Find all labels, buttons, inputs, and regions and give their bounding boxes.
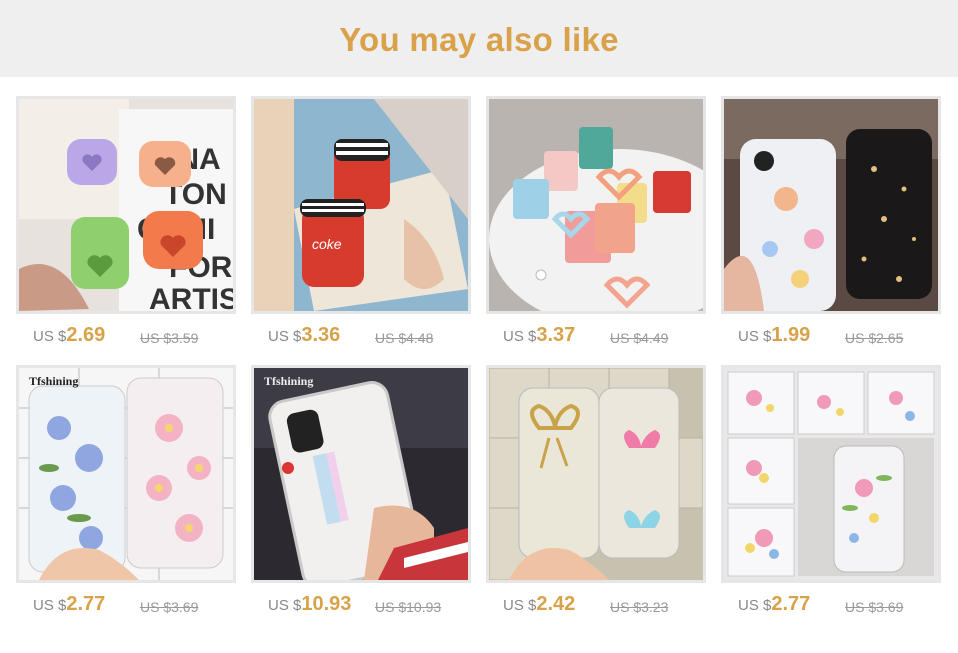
product-card-8[interactable]: US $2.77 US $3.69 (721, 365, 941, 623)
current-price: US $2.42 (503, 593, 576, 615)
original-price: US $3.69 (845, 599, 904, 615)
holographic-white-phone-case-photo (254, 368, 468, 580)
bow-clear-phone-case-photo (489, 368, 703, 580)
current-price: US $2.77 (738, 593, 811, 615)
current-price: US $1.99 (738, 324, 811, 346)
original-price: US $3.69 (140, 599, 199, 615)
section-title: You may also like (339, 20, 619, 58)
original-price: US $4.49 (610, 330, 669, 346)
product-image[interactable] (486, 365, 706, 583)
original-price: US $10.93 (375, 599, 442, 615)
current-price: US $3.36 (268, 324, 341, 346)
product-card-7[interactable]: US $2.42 US $3.23 (486, 365, 706, 623)
current-price: US $10.93 (268, 593, 352, 615)
current-price: US $2.69 (33, 324, 106, 346)
product-card-1[interactable]: INA TON COMI FOR ARTIST US $2.69 US $3.5… (16, 96, 236, 354)
product-card-6[interactable]: Tfshining US $10.93 US $10.93 (251, 365, 471, 623)
current-price: US $2.77 (33, 593, 106, 615)
product-image[interactable]: Tfshining (251, 365, 471, 583)
product-card-2[interactable]: coke US $3.36 US $4.48 (251, 96, 471, 354)
original-price: US $3.59 (140, 330, 199, 346)
product-card-4[interactable]: US $1.99 US $2.65 (721, 96, 941, 354)
glitter-planet-phone-case-photo (724, 99, 938, 311)
original-price: US $4.48 (375, 330, 434, 346)
section-header: You may also like (0, 0, 958, 77)
airpods-cola-cup-case-photo: coke (254, 99, 468, 311)
original-price: US $3.23 (610, 599, 669, 615)
product-image[interactable]: INA TON COMI FOR ARTIST (16, 96, 236, 314)
airpods-suitcase-cases-photo (489, 99, 703, 311)
product-image[interactable]: Tfshining (16, 365, 236, 583)
pressed-flower-phone-case-photo (19, 368, 233, 580)
product-card-5[interactable]: Tfshining US $2.77 US $3.69 (16, 365, 236, 623)
airpods-heart-cases-photo: INA TON COMI FOR ARTIST (19, 99, 233, 311)
flower-phone-case-collage-photo (724, 368, 938, 580)
brand-watermark: Tfshining (29, 374, 79, 388)
product-image[interactable] (721, 96, 941, 314)
current-price: US $3.37 (503, 324, 576, 346)
brand-watermark: Tfshining (264, 374, 314, 388)
product-card-3[interactable]: US $3.37 US $4.49 (486, 96, 706, 354)
original-price: US $2.65 (845, 330, 904, 346)
svg-text:coke: coke (312, 236, 342, 252)
svg-text:ARTIST: ARTIST (149, 283, 233, 311)
product-image[interactable]: coke (251, 96, 471, 314)
product-image[interactable] (721, 365, 941, 583)
product-image[interactable] (486, 96, 706, 314)
